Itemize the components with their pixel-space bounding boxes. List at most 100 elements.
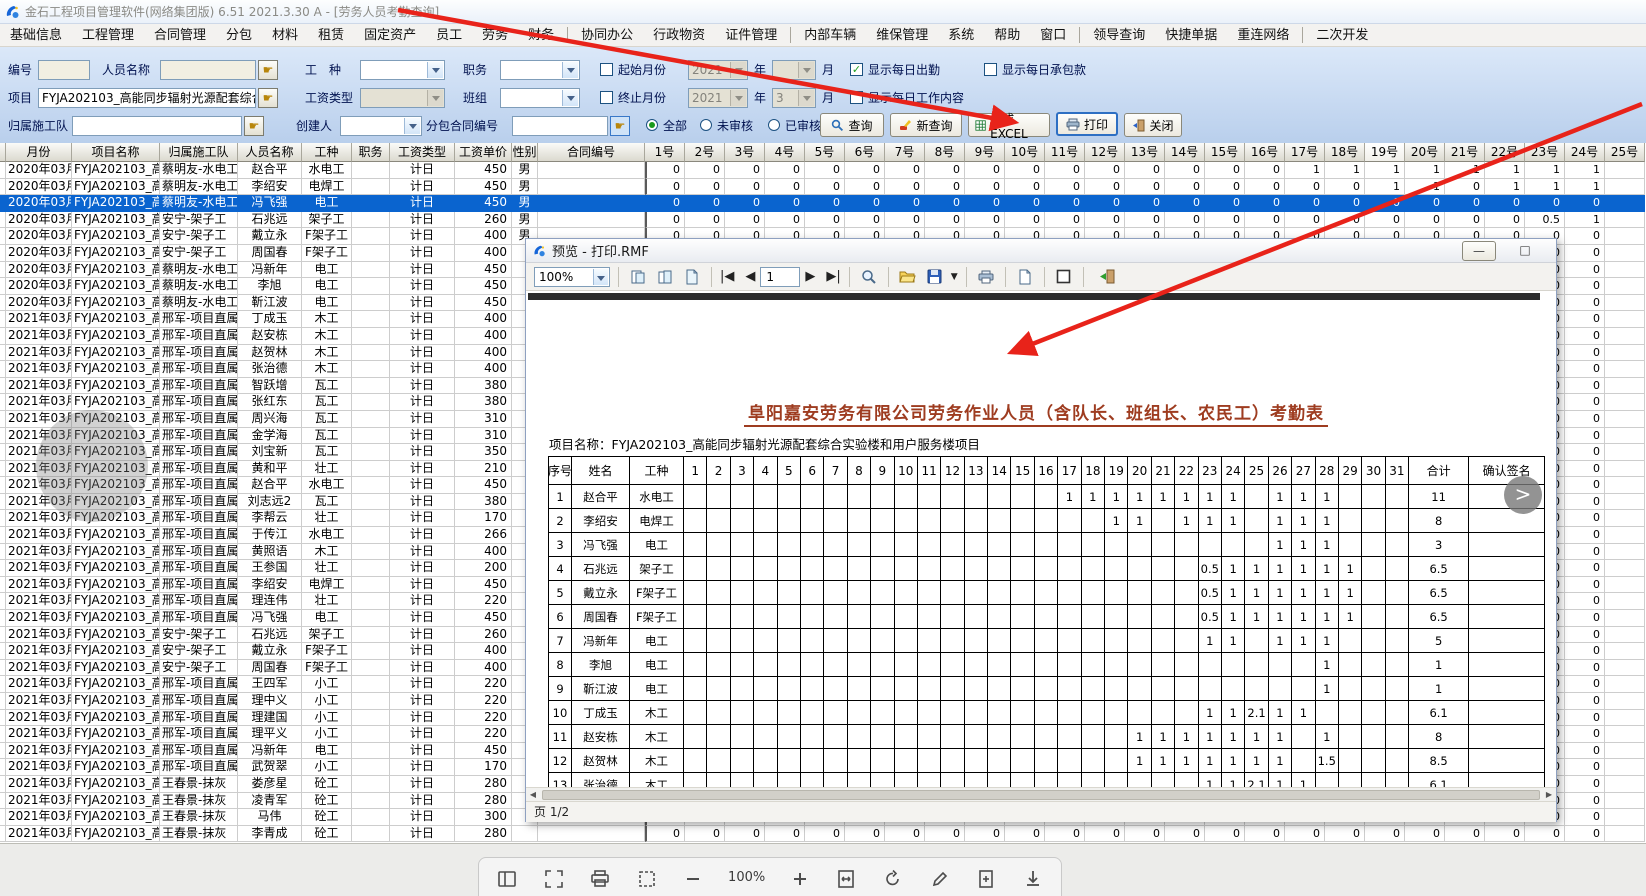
zoom-in-icon[interactable] [788, 867, 812, 891]
menu-item-3[interactable]: 合同管理 [144, 25, 216, 46]
end-year-select[interactable]: 2021 [688, 88, 748, 108]
person-browse-button[interactable]: ☛ [258, 60, 278, 80]
end-month-checkbox[interactable] [600, 91, 613, 104]
grid-row[interactable]: 2020年03月FYJA202103_高能安宁-架子工石兆远架子工计日260男0… [0, 212, 1645, 229]
grid-row[interactable]: 2021年03月FYJA202103_高能王春景-抹灰李青成砼工计日280000… [0, 826, 1645, 843]
end-month-select[interactable]: 3 [772, 88, 816, 108]
menu-item-5[interactable]: 材料 [262, 25, 308, 46]
snapshot-icon[interactable] [635, 867, 659, 891]
fullscreen-icon[interactable] [1053, 266, 1075, 288]
grid-column-header[interactable]: 月份 [6, 143, 72, 162]
chevron-down-icon[interactable] [562, 62, 578, 78]
menu-item-14[interactable]: 内部车辆 [794, 25, 866, 46]
group-select[interactable] [500, 88, 580, 108]
radio-audited[interactable] [768, 119, 780, 131]
show-contract-pay-checkbox[interactable] [984, 63, 997, 76]
add-page-icon[interactable] [974, 867, 998, 891]
subcontract-input[interactable] [512, 116, 608, 136]
fit-page-icon[interactable] [834, 867, 858, 891]
grid-day-header[interactable]: 7号 [885, 143, 925, 162]
two-page-view-icon[interactable] [654, 266, 676, 288]
grid-column-header[interactable]: 工资单价 [455, 143, 512, 162]
start-month-checkbox[interactable] [600, 63, 613, 76]
menu-item-20[interactable]: 快捷单据 [1155, 25, 1227, 46]
grid-day-header[interactable]: 8号 [925, 143, 965, 162]
grid-day-header[interactable]: 11号 [1045, 143, 1085, 162]
no-input[interactable] [38, 60, 90, 80]
chevron-down-icon[interactable] [404, 118, 420, 134]
preview-horizontal-scrollbar[interactable]: ◀ ▶ [526, 787, 1556, 801]
page-number-input[interactable]: 1 [760, 267, 800, 287]
grid-day-header[interactable]: 21号 [1445, 143, 1485, 162]
menu-item-22[interactable]: 二次开发 [1306, 25, 1378, 46]
query-button[interactable]: 查询 [820, 113, 884, 137]
project-browse-button[interactable]: ☛ [258, 88, 278, 108]
menu-item-15[interactable]: 维保管理 [866, 25, 938, 46]
rotate-icon[interactable] [881, 867, 905, 891]
scroll-right-icon[interactable]: ▶ [1542, 788, 1556, 802]
grid-day-header[interactable]: 19号 [1365, 143, 1405, 162]
open-file-icon[interactable] [897, 266, 919, 288]
print-button[interactable]: 打印 [1056, 112, 1118, 136]
zoom-out-icon[interactable] [681, 867, 705, 891]
team-browse-button[interactable]: ☛ [244, 116, 264, 136]
multi-page-view-icon[interactable] [627, 266, 649, 288]
fullscreen-icon[interactable] [542, 867, 566, 891]
show-daily-work-checkbox[interactable] [850, 91, 863, 104]
grid-day-header[interactable]: 10号 [1005, 143, 1045, 162]
preview-zoom-select[interactable]: 100% [534, 267, 610, 287]
start-year-select[interactable]: 2021 [688, 60, 748, 80]
prev-page-button[interactable]: ◀ [745, 269, 755, 284]
show-daily-checkbox[interactable]: ✓ [850, 63, 863, 76]
grid-column-header[interactable]: 人员名称 [238, 143, 302, 162]
grid-day-header[interactable]: 20号 [1405, 143, 1445, 162]
grid-row[interactable]: 2020年03月FYJA202103_高能蔡明友-水电工李绍安电焊工计日450男… [0, 179, 1645, 196]
grid-day-header[interactable]: 14号 [1165, 143, 1205, 162]
print-icon[interactable] [975, 266, 997, 288]
trade-select[interactable] [360, 60, 445, 80]
close-button[interactable]: 关闭 [1124, 113, 1182, 137]
grid-column-header[interactable]: 合同编号 [538, 143, 645, 162]
grid-day-header[interactable]: 12号 [1085, 143, 1125, 162]
chevron-down-icon[interactable] [562, 90, 578, 106]
next-page-overlay-button[interactable]: > [1504, 476, 1542, 514]
grid-day-header[interactable]: 9号 [965, 143, 1005, 162]
grid-day-header[interactable]: 16号 [1245, 143, 1285, 162]
grid-day-header[interactable]: 2号 [685, 143, 725, 162]
grid-day-header[interactable]: 17号 [1285, 143, 1325, 162]
print-icon[interactable] [588, 867, 612, 891]
next-page-button[interactable]: ▶ [805, 269, 815, 284]
maximize-button[interactable]: □ [1508, 241, 1542, 261]
close-preview-icon[interactable] [1096, 266, 1118, 288]
grid-column-header[interactable]: 职务 [352, 143, 390, 162]
scroll-left-icon[interactable]: ◀ [526, 788, 540, 802]
grid-day-header[interactable]: 18号 [1325, 143, 1365, 162]
grid-column-header[interactable]: 工资类型 [390, 143, 455, 162]
grid-day-header[interactable]: 23号 [1525, 143, 1565, 162]
grid-day-header[interactable]: 3号 [725, 143, 765, 162]
grid-day-header[interactable]: 22号 [1485, 143, 1525, 162]
team-input[interactable] [72, 116, 242, 136]
grid-column-header[interactable]: 归属施工队 [160, 143, 238, 162]
grid-day-header[interactable]: 1号 [645, 143, 685, 162]
side-panel-icon[interactable] [495, 867, 519, 891]
grid-column-header[interactable]: 工种 [302, 143, 352, 162]
save-icon[interactable] [924, 266, 946, 288]
grid-day-header[interactable]: 13号 [1125, 143, 1165, 162]
radio-all[interactable] [646, 119, 658, 131]
grid-day-header[interactable]: 5号 [805, 143, 845, 162]
single-page-view-icon[interactable] [681, 266, 703, 288]
menu-item-9[interactable]: 劳务 [472, 25, 518, 46]
first-page-button[interactable]: |◀ [720, 269, 734, 284]
preview-title-bar[interactable]: 预览 - 打印.RMF — □ [526, 239, 1556, 263]
menu-item-19[interactable]: 领导查询 [1083, 25, 1155, 46]
grid-column-header[interactable]: 性别 [512, 143, 538, 162]
chevron-down-icon[interactable] [427, 62, 443, 78]
project-input[interactable]: FYJA202103_高能同步辐射光源配套综合实验楼和用户服务楼项目 [38, 88, 256, 108]
grid-day-header[interactable]: 4号 [765, 143, 805, 162]
menu-item-10[interactable]: 财务 [518, 25, 564, 46]
menu-item-16[interactable]: 系统 [938, 25, 984, 46]
menu-item-7[interactable]: 固定资产 [354, 25, 426, 46]
menu-item-1[interactable]: 基础信息 [0, 25, 72, 46]
radio-unaudited[interactable] [700, 119, 712, 131]
